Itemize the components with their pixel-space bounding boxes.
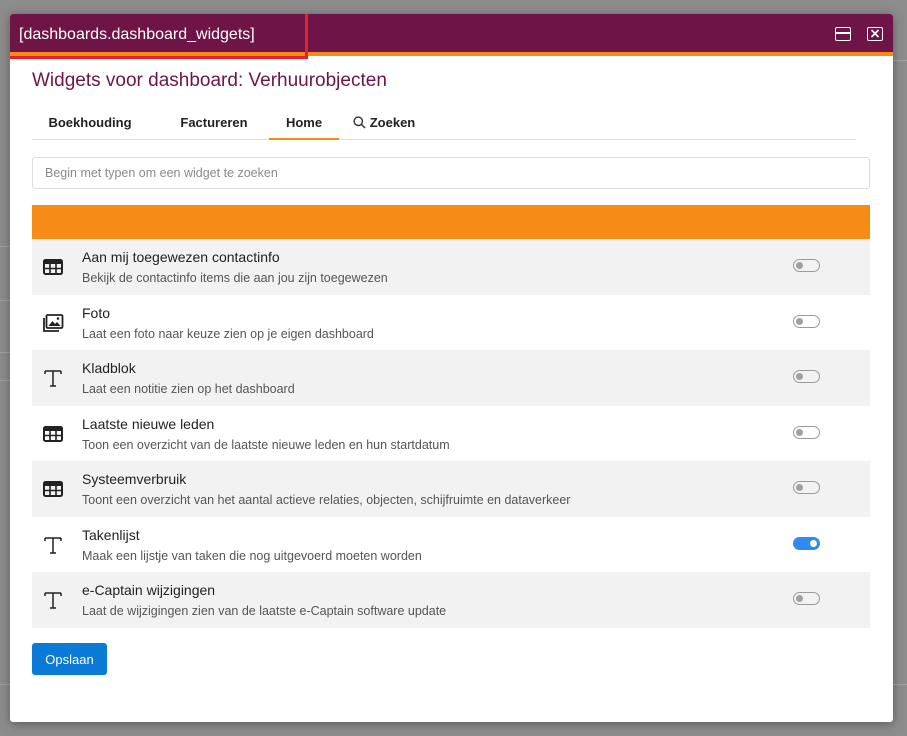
widget-description: Laat de wijzigingen zien van de laatste …: [82, 604, 447, 618]
widget-row: Systeemverbruik Toont een overzicht van h…: [32, 461, 870, 517]
widget-name: Foto: [82, 304, 111, 321]
close-icon[interactable]: [867, 27, 883, 41]
tab-label: Home: [285, 115, 323, 130]
widget-name: Aan mij toegewezen contactinfo: [82, 249, 280, 265]
text-icon: [42, 534, 64, 556]
tab-home[interactable]: Home: [269, 112, 339, 140]
widget-name: Systeemverbruik: [82, 471, 187, 487]
widget-row: Foto Laat een foto naar keuze zien op je …: [32, 295, 870, 351]
text-icon: [42, 589, 64, 611]
search-icon: [353, 116, 366, 132]
tab-label: Factureren: [180, 115, 248, 130]
widget-toggle[interactable]: [793, 536, 820, 550]
widget-toggle[interactable]: [793, 370, 820, 383]
maximize-icon[interactable]: [835, 27, 851, 41]
tab-label: Zoeken: [369, 115, 416, 130]
dialog-title: [dashboards.dashboard_widgets]: [19, 26, 255, 43]
widget-row: Laatste nieuwe leden Toon een overzicht v…: [32, 406, 870, 462]
widget-toggle[interactable]: [793, 314, 820, 328]
widget-description: Laat een notitie zien op het dashboard: [82, 382, 295, 396]
table-icon: [42, 423, 64, 445]
save-button[interactable]: Opslaan: [32, 643, 107, 675]
widget-description: Toont een overzicht van het aantal actie…: [82, 493, 571, 507]
widget-name: Takenlijst: [82, 526, 140, 543]
table-icon: [42, 256, 64, 278]
widget-name: e-Captain wijzigingen: [82, 582, 216, 598]
table-icon: [42, 478, 64, 500]
widget-row: e-Captain wijzigingen Laat de wijzigingen…: [32, 572, 870, 628]
dialog-titlebar[interactable]: [dashboards.dashboard_widgets]: [10, 14, 893, 56]
widget-description: Maak een lijstje van taken die nog uitge…: [82, 548, 422, 563]
tab-factureren[interactable]: Factureren: [160, 112, 268, 140]
widget-row: Takenlijst Maak een lijstje van taken die…: [32, 517, 870, 573]
tab-label: Boekhouding: [48, 115, 132, 130]
widgets-dialog: [dashboards.dashboard_widgets] Widgets v…: [10, 14, 893, 722]
widget-toggle[interactable]: [793, 481, 820, 494]
tab-bar: Boekhouding Factureren Home Zoeken: [32, 112, 856, 140]
widget-search-input[interactable]: [32, 157, 870, 189]
widget-name: Kladblok: [82, 360, 136, 376]
widget-name: Laatste nieuwe leden: [82, 415, 215, 432]
tab-zoeken[interactable]: Zoeken: [344, 112, 424, 140]
widget-toggle[interactable]: [793, 425, 820, 439]
widget-description: Bekijk de contactinfo items die aan jou …: [82, 271, 388, 285]
widget-description: Laat een foto naar keuze zien op je eige…: [82, 326, 374, 341]
widget-row: Kladblok Laat een notitie zien op het das…: [32, 350, 870, 406]
page-title: Widgets voor dashboard: Verhuurobjecten: [32, 70, 387, 91]
widget-toggle[interactable]: [793, 259, 820, 272]
widget-list: Aan mij toegewezen contactinfo Bekijk de …: [32, 239, 870, 628]
text-icon: [42, 367, 64, 389]
widget-row: Aan mij toegewezen contactinfo Bekijk de …: [32, 239, 870, 295]
widget-toggle[interactable]: [793, 592, 820, 605]
image-icon: [42, 312, 64, 334]
tab-boekhouding[interactable]: Boekhouding: [32, 112, 148, 140]
list-header-bar: [32, 205, 870, 239]
widget-description: Toon een overzicht van de laatste nieuwe…: [82, 437, 450, 452]
